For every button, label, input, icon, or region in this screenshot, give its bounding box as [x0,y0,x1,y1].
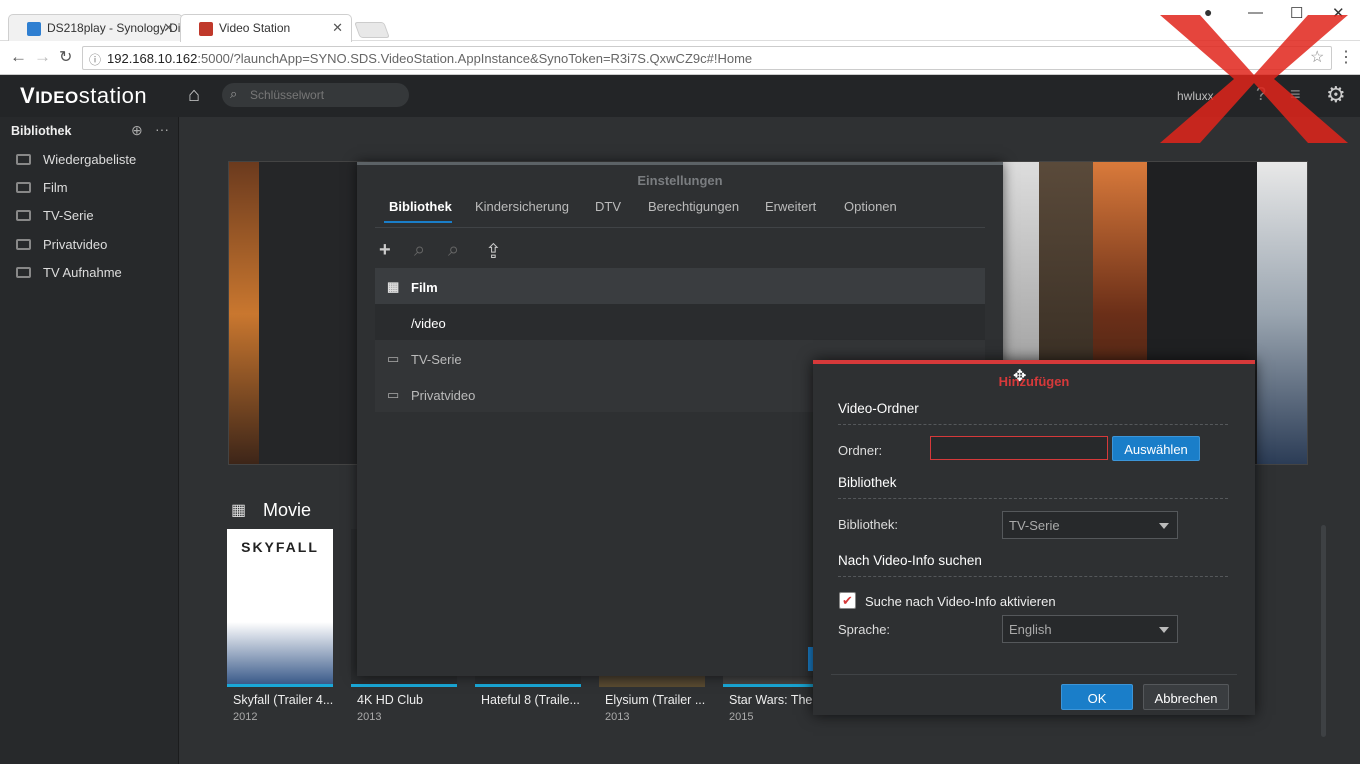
dialog-title: Hinzufügen [998,374,1070,389]
chevron-down-icon [1159,523,1169,529]
hardwareluxx-watermark-icon [1160,15,1348,143]
tab-title: DS218play - Synology Di [47,21,181,35]
movie-poster: SKYFALL [227,529,333,687]
video-station-logo: VIDEOstation [20,83,148,108]
tab-library[interactable]: Bibliothek [389,199,452,214]
move-cursor-icon: ✥ [1013,368,1027,385]
tab-options[interactable]: Optionen [844,199,897,214]
sidebar-item-tv-series[interactable]: TV-Serie [16,208,94,223]
movie-year: 2012 [233,711,258,723]
tv-icon [16,210,31,221]
ok-button[interactable]: OK [1061,684,1133,710]
language-label: Sprache: [838,622,891,637]
section-library: Bibliothek [838,475,1226,499]
upload-icon[interactable]: ⇪ [485,239,502,264]
video-station-favicon-icon [199,22,213,36]
movie-title: Elysium (Trailer ... [605,693,705,707]
app-header [0,75,1360,117]
section-video-folder: Video-Ordner [838,401,1228,425]
library-select[interactable]: TV-Serie [1002,511,1178,539]
camera-icon: ▭ [387,387,400,402]
dsm-favicon-icon [27,22,41,36]
url-path: :5000/?launchApp=SYNO.SDS.VideoStation.A… [197,51,753,66]
checkbox-label: Suche nach Video-Info aktivieren [865,594,1056,609]
add-folder-dialog: Hinzufügen ✥ Video-Ordner Ordner: Auswäh… [813,360,1255,715]
sidebar-item-playlist[interactable]: Wiedergabeliste [16,152,136,167]
reload-icon[interactable]: ↻ [59,47,72,67]
sidebar-item-private-video[interactable]: Privatvideo [16,237,107,252]
movie-title: 4K HD Club [357,693,423,707]
recording-icon [16,267,31,278]
folder-label: Ordner: [838,443,883,458]
film-icon: ▦ [231,502,247,519]
browser-tab-video-station[interactable]: Video Station ✕ [180,14,352,42]
chevron-down-icon [1159,627,1169,633]
section-video-info: Nach Video-Info suchen [838,553,1228,577]
movie-title: Hateful 8 (Traile... [481,693,580,707]
more-icon[interactable]: ··· [155,121,169,137]
back-icon[interactable]: ← [10,47,27,67]
film-icon: ▦ [387,279,400,294]
address-bar[interactable]: ⓘ 192.168.10.162:5000/?launchApp=SYNO.SD… [82,46,1332,70]
movie-year: 2013 [357,711,382,723]
home-icon[interactable]: ⌂ [188,84,200,107]
tab-permissions[interactable]: Berechtigungen [648,199,739,214]
language-select[interactable]: English [1002,615,1178,643]
new-tab-button[interactable] [354,22,390,38]
tab-title: Video Station [219,21,291,35]
cancel-button[interactable]: Abbrechen [1143,684,1229,710]
rescan-icon[interactable]: ⌕ [448,239,459,262]
tab-divider [375,227,985,228]
movie-title: Skyfall (Trailer 4... [233,693,333,707]
sidebar-title: Bibliothek [11,124,72,138]
dialog-title: Einstellungen [637,173,723,188]
sidebar: Bibliothek ⊕ ··· Wiedergabeliste Film TV… [0,117,179,764]
tab-parental-control[interactable]: Kindersicherung [475,199,569,214]
search-placeholder: Schlüsselwort [250,88,325,102]
close-icon[interactable]: ✕ [332,20,343,36]
video-info-checkbox[interactable]: ✔ [839,592,856,609]
add-icon[interactable]: ⊕ [131,122,143,139]
film-icon [16,182,31,193]
banner-poster [229,162,259,464]
movie-card[interactable]: SKYFALL Skyfall (Trailer 4... 2012 [227,529,333,723]
close-icon[interactable]: ✕ [163,20,174,36]
camera-icon [16,239,31,250]
forward-icon[interactable]: → [34,47,51,67]
banner-poster [1257,162,1307,464]
tv-icon: ▭ [387,351,400,366]
search-input[interactable]: ⌕ Schlüsselwort [222,83,409,107]
tab-advanced[interactable]: Erweitert [765,199,816,214]
scrollbar[interactable] [1321,525,1326,737]
banner-poster [259,162,359,464]
playlist-icon [16,154,31,165]
add-icon[interactable]: + [379,239,391,262]
search-icon: ⌕ [230,86,238,101]
tab-dtv[interactable]: DTV [595,199,621,214]
movie-year: 2013 [605,711,630,723]
sidebar-item-tv-recording[interactable]: TV Aufnahme [16,265,122,280]
browser-tab-strip: DS218play - Synology Di ✕ Video Station … [0,0,1360,42]
footer-divider [831,674,1237,675]
info-icon[interactable]: ⓘ [89,51,101,68]
browser-tab-dsm[interactable]: DS218play - Synology Di ✕ [8,14,183,42]
library-row-film[interactable]: ▦ Film [375,268,985,304]
library-label: Bibliothek: [838,517,898,532]
library-folder-row[interactable]: /video [375,304,985,340]
search-folder-icon[interactable]: ⌕ [414,239,425,262]
folder-input[interactable] [930,436,1108,460]
select-folder-button[interactable]: Auswählen [1112,436,1200,461]
section-title: Movie [263,500,312,520]
active-tab-indicator [384,221,452,223]
url-host: 192.168.10.162 [107,51,198,66]
sidebar-item-film[interactable]: Film [16,180,68,195]
